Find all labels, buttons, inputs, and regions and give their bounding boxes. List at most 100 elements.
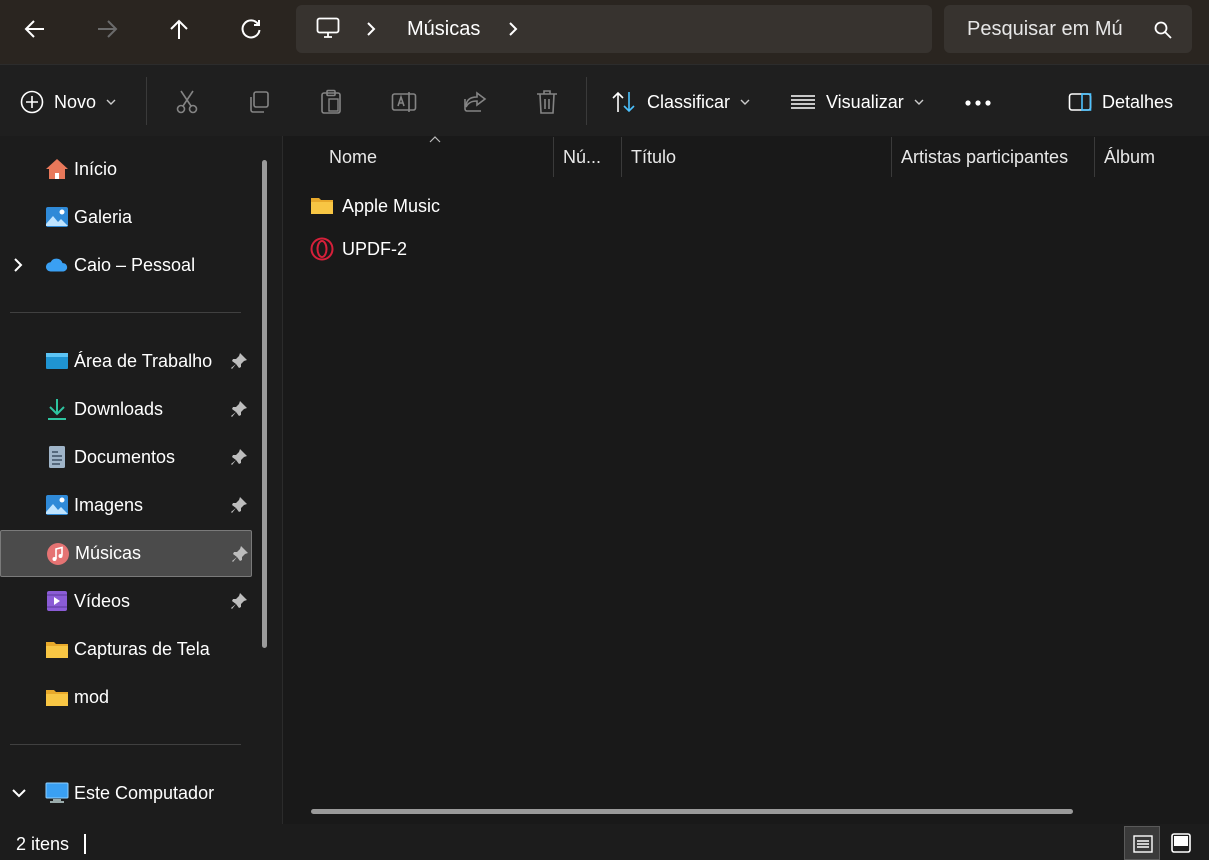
plus-circle-icon [20,90,44,114]
copy-icon [250,91,269,113]
view-button[interactable]: Visualizar [790,90,924,114]
address-bar[interactable]: Músicas [296,5,932,53]
chevron-right-icon[interactable] [508,21,518,37]
details-view-toggle[interactable] [1124,826,1160,860]
paste-button[interactable] [319,89,343,115]
pin-icon[interactable] [231,545,249,563]
new-label: Novo [54,91,97,112]
column-divider[interactable] [553,137,554,177]
home-icon [46,159,68,179]
sidebar-item-videos[interactable]: Vídeos [0,579,252,623]
chevron-down-icon[interactable] [11,788,27,798]
details-view-icon [1133,835,1153,853]
video-icon [47,591,67,611]
sidebar-item-musicas[interactable]: Músicas [0,530,252,577]
sidebar-item-downloads[interactable]: Downloads [0,387,252,431]
rename-button[interactable] [391,89,417,115]
folder-icon [46,690,68,706]
column-header-title[interactable]: Título [631,147,676,168]
download-icon [48,399,66,420]
sidebar-item-label: Este Computador [74,782,215,803]
rename-icon [391,92,417,112]
sidebar-divider [10,312,241,313]
pin-icon[interactable] [230,496,248,514]
column-header-artists[interactable]: Artistas participantes [901,147,1068,168]
item-count: 2 itens [16,834,70,854]
pictures-icon [46,495,68,515]
sidebar-item-label: Vídeos [74,590,131,611]
forward-button[interactable] [87,9,127,49]
chevron-right-icon[interactable] [13,257,23,273]
sidebar-item-desktop[interactable]: Área de Trabalho [0,339,252,383]
new-button[interactable]: Novo [20,90,116,114]
sidebar-item-label: Área de Trabalho [74,350,213,371]
more-options-button[interactable] [964,99,992,107]
breadcrumb-item[interactable]: Músicas [407,18,480,41]
sidebar-item-este-computador[interactable]: Este Computador [0,771,252,815]
sidebar-item-documentos[interactable]: Documentos [0,435,252,479]
sidebar-item-onedrive[interactable]: Caio – Pessoal [0,243,252,287]
file-list-pane [283,136,1209,824]
search-icon[interactable] [1154,21,1172,39]
arrow-right-icon [98,20,118,38]
column-divider[interactable] [621,137,622,177]
horizontal-scrollbar[interactable] [311,809,1073,814]
arrow-left-icon [24,20,44,38]
details-pane-button[interactable]: Detalhes [1068,90,1173,114]
sidebar-scrollbar[interactable] [262,160,267,648]
navigation-pane [0,136,283,824]
sidebar-item-label: Capturas de Tela [74,638,210,659]
chevron-down-icon [740,99,750,105]
scissors-icon [176,90,198,114]
sort-indicator-icon [429,136,441,144]
column-header-album[interactable]: Álbum [1104,147,1155,168]
sidebar-item-label: Imagens [74,494,144,515]
thumbnail-view-icon [1171,833,1191,853]
monitor-icon [316,17,340,39]
column-divider[interactable] [891,137,892,177]
clipboard-icon [321,89,341,114]
refresh-button[interactable] [231,9,271,49]
search-box[interactable]: Pesquisar em Mú [944,5,1192,53]
chevron-down-icon [914,99,924,105]
share-button[interactable] [463,89,489,113]
up-button[interactable] [159,9,199,49]
search-input[interactable]: Pesquisar em Mú [967,18,1123,41]
pin-icon[interactable] [230,400,248,418]
file-row[interactable]: UPDF-2 [310,232,407,266]
sidebar-item-label: Caio – Pessoal [74,254,196,275]
column-header-name[interactable]: Nome [329,147,377,168]
desktop-icon [46,353,68,369]
toolbar-divider [146,77,147,125]
large-icons-view-toggle[interactable] [1164,826,1198,860]
music-icon [47,543,69,565]
arrow-up-icon [170,19,188,39]
gallery-icon [46,207,68,227]
chevron-down-icon [106,99,116,105]
document-icon [49,446,65,468]
sidebar-item-label: Documentos [74,446,176,467]
chevron-right-icon[interactable] [366,21,376,37]
sort-arrows-icon [612,91,635,113]
view-label: Visualizar [826,91,904,112]
sidebar-item-galeria[interactable]: Galeria [0,195,252,239]
sidebar-item-capturas[interactable]: Capturas de Tela [0,627,252,671]
cut-button[interactable] [175,89,199,115]
text-cursor [84,834,86,854]
pin-icon[interactable] [230,448,248,466]
pin-icon[interactable] [230,352,248,370]
column-header-number[interactable]: Nú... [563,147,601,168]
sidebar-item-label: Início [74,158,118,179]
copy-button[interactable] [247,90,271,114]
sort-button[interactable]: Classificar [611,90,750,114]
sidebar-item-label: Downloads [74,398,164,419]
column-divider[interactable] [1094,137,1095,177]
delete-button[interactable] [535,89,559,115]
sidebar-item-imagens[interactable]: Imagens [0,483,252,527]
pin-icon[interactable] [230,592,248,610]
file-row[interactable]: Apple Music [310,189,440,223]
onedrive-cloud-icon [45,258,68,272]
back-button[interactable] [15,9,55,49]
sidebar-item-mod[interactable]: mod [0,675,252,719]
sidebar-item-inicio[interactable]: Início [0,147,252,191]
